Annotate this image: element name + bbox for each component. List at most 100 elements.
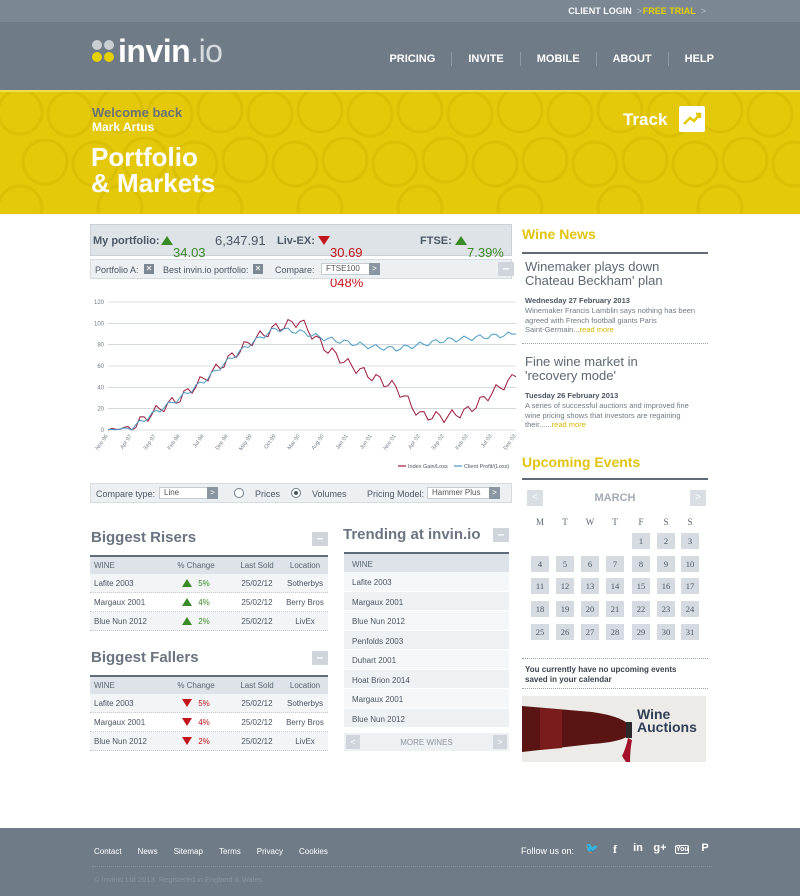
track-label[interactable]: Track bbox=[623, 110, 667, 130]
table-row[interactable]: Margaux 2001 4% 25/02/12 Berry Bros bbox=[90, 713, 328, 732]
client-login-link[interactable]: CLIENT LOGIN > bbox=[568, 6, 642, 16]
compare-select[interactable]: FTSE100 > bbox=[321, 263, 380, 275]
calendar-month: MARCH bbox=[594, 492, 636, 504]
calendar-day[interactable]: 22 bbox=[632, 601, 650, 617]
nav-mobile[interactable]: MOBILE bbox=[521, 52, 597, 66]
twitter-icon[interactable]: 🐦 bbox=[584, 842, 600, 855]
calendar-day[interactable]: 17 bbox=[681, 578, 699, 594]
calendar-day[interactable]: 9 bbox=[657, 556, 675, 572]
list-item[interactable]: Hoat Brion 2014 bbox=[344, 669, 509, 689]
calendar-day[interactable]: 16 bbox=[657, 578, 675, 594]
calendar-day[interactable]: 4 bbox=[531, 556, 549, 572]
pinterest-icon[interactable]: P bbox=[697, 842, 713, 854]
no-events-message: You currently have no upcoming events sav… bbox=[525, 665, 677, 684]
table-row[interactable]: Margaux 2001 4% 25/02/12 Berry Bros bbox=[90, 593, 328, 612]
facebook-icon[interactable]: f bbox=[607, 842, 623, 857]
list-item[interactable]: Blue Nun 2012 bbox=[344, 611, 509, 631]
calendar-day[interactable]: 28 bbox=[606, 624, 624, 640]
y-tick-label: 20 bbox=[97, 407, 104, 413]
collapse-risers-button[interactable]: – bbox=[312, 532, 328, 546]
collapse-chart-button[interactable]: – bbox=[498, 262, 514, 276]
remove-portfolio-a-icon[interactable]: ✕ bbox=[144, 264, 154, 274]
youtube-icon[interactable]: You bbox=[675, 845, 689, 854]
read-more-link[interactable]: read more bbox=[552, 420, 586, 429]
calendar-day[interactable]: 1 bbox=[632, 533, 650, 549]
table-row[interactable]: Blue Nun 2012 2% 25/02/12 LivEx bbox=[90, 732, 328, 751]
nav-invite[interactable]: INVITE bbox=[452, 52, 521, 66]
divider bbox=[522, 478, 708, 480]
table-row[interactable]: Lafite 2003 5% 25/02/12 Sotherbys bbox=[90, 694, 328, 713]
footer-link-news[interactable]: News bbox=[138, 847, 158, 856]
calendar-day[interactable]: 2 bbox=[657, 533, 675, 549]
footer-link-cookies[interactable]: Cookies bbox=[299, 847, 328, 856]
calendar-day[interactable]: 15 bbox=[632, 578, 650, 594]
calendar-day[interactable]: 6 bbox=[581, 556, 599, 572]
calendar-day[interactable]: 13 bbox=[581, 578, 599, 594]
chevron-right-icon[interactable]: > bbox=[690, 490, 706, 506]
footer-link-contact[interactable]: Contact bbox=[94, 847, 122, 856]
prices-radio[interactable] bbox=[234, 488, 244, 498]
calendar-day[interactable]: 7 bbox=[606, 556, 624, 572]
read-more-link[interactable]: read more bbox=[580, 325, 614, 334]
triangle-down-icon bbox=[182, 698, 193, 707]
pricing-model-select[interactable]: Hammer Plus > bbox=[427, 487, 500, 499]
logo[interactable]: invin.io bbox=[92, 35, 223, 67]
follow-us-label: Follow us on: bbox=[521, 846, 575, 856]
x-tick-label: Jan 01 bbox=[335, 434, 349, 451]
calendar-day[interactable]: 18 bbox=[531, 601, 549, 617]
list-item[interactable]: Margaux 2001 bbox=[344, 591, 509, 611]
calendar-day[interactable]: 24 bbox=[681, 601, 699, 617]
remove-best-portfolio-icon[interactable]: ✕ bbox=[253, 264, 263, 274]
footer-link-terms[interactable]: Terms bbox=[219, 847, 241, 856]
list-item[interactable]: Margaux 2001 bbox=[344, 689, 509, 709]
collapse-trending-button[interactable]: – bbox=[493, 528, 509, 542]
calendar-day[interactable]: 26 bbox=[556, 624, 574, 640]
list-item[interactable]: Duhart 2001 bbox=[344, 650, 509, 670]
nav-about[interactable]: ABOUT bbox=[597, 52, 669, 66]
calendar-day[interactable]: 31 bbox=[681, 624, 699, 640]
list-item[interactable]: Penfolds 2003 bbox=[344, 630, 509, 650]
compare-type-select[interactable]: Line > bbox=[159, 487, 218, 499]
table-row[interactable]: Lafite 2003 5% 25/02/12 Sotherbys bbox=[90, 574, 328, 593]
linkedin-icon[interactable]: in bbox=[630, 842, 646, 854]
compare-options-bar: Compare type: Line > Prices Volumes Prici… bbox=[90, 483, 512, 503]
nav-pricing[interactable]: PRICING bbox=[373, 52, 453, 66]
user-name: Mark Artus bbox=[92, 120, 155, 134]
list-item[interactable]: Blue Nun 2012 bbox=[344, 708, 509, 728]
x-tick-label: Sep 02 bbox=[431, 434, 446, 452]
list-item[interactable]: Lafite 2003 bbox=[344, 572, 509, 592]
x-tick-label: Oct 99 bbox=[263, 434, 277, 451]
footer-link-privacy[interactable]: Privacy bbox=[257, 847, 283, 856]
calendar-day[interactable]: 11 bbox=[531, 578, 549, 594]
collapse-fallers-button[interactable]: – bbox=[312, 651, 328, 665]
calendar-day[interactable]: 30 bbox=[657, 624, 675, 640]
calendar-day[interactable]: 23 bbox=[657, 601, 675, 617]
wine-auctions-banner[interactable]: Wine Auctions bbox=[522, 696, 706, 762]
calendar-day[interactable]: 5 bbox=[556, 556, 574, 572]
footer-link-sitemap[interactable]: Sitemap bbox=[174, 847, 203, 856]
calendar-day[interactable]: 8 bbox=[632, 556, 650, 572]
calendar-day[interactable]: 21 bbox=[606, 601, 624, 617]
table-row[interactable]: Blue Nun 2012 2% 25/02/12 LivEx bbox=[90, 612, 328, 631]
calendar-day[interactable]: 10 bbox=[681, 556, 699, 572]
y-tick-label: 60 bbox=[97, 364, 104, 370]
free-trial-link[interactable]: FREE TRIAL > bbox=[643, 6, 706, 16]
calendar-day[interactable]: 27 bbox=[581, 624, 599, 640]
news-headline-1[interactable]: Winemaker plays down Chateau Beckham' pla… bbox=[525, 260, 663, 288]
calendar-day[interactable]: 25 bbox=[531, 624, 549, 640]
calendar-day[interactable]: 3 bbox=[681, 533, 699, 549]
chevron-right-icon[interactable]: > bbox=[493, 735, 507, 749]
portfolio-change: 34.03 bbox=[161, 235, 206, 260]
more-wines-link[interactable]: MORE WINES bbox=[344, 738, 509, 747]
trend-up-icon[interactable] bbox=[679, 106, 705, 132]
biggest-risers-table: WINE% Change Last Sold Location Lafite 200… bbox=[90, 555, 328, 631]
calendar-day[interactable]: 29 bbox=[632, 624, 650, 640]
calendar-day[interactable]: 19 bbox=[556, 601, 574, 617]
news-headline-2[interactable]: Fine wine market in'recovery mode' bbox=[525, 355, 638, 383]
volumes-radio[interactable] bbox=[291, 488, 301, 498]
google-plus-icon[interactable]: g+ bbox=[652, 842, 668, 854]
nav-help[interactable]: HELP bbox=[669, 52, 714, 66]
calendar-day[interactable]: 20 bbox=[581, 601, 599, 617]
calendar-day[interactable]: 14 bbox=[606, 578, 624, 594]
calendar-day[interactable]: 12 bbox=[556, 578, 574, 594]
